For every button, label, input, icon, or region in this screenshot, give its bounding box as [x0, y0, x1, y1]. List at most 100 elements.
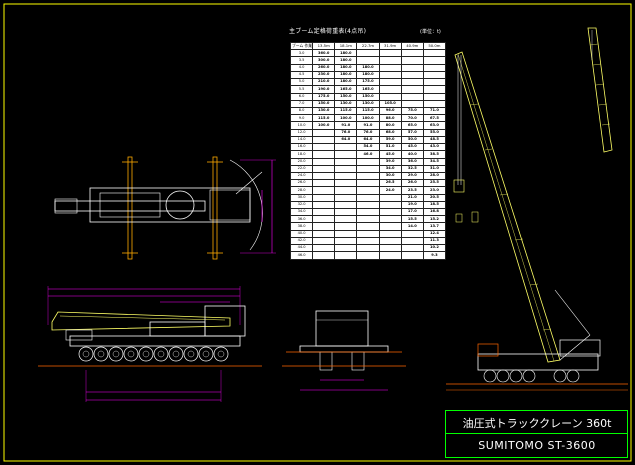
load-table-value-cell — [422, 63, 447, 72]
load-table-radius-cell: 42.0 — [289, 236, 314, 246]
load-table-value-cell — [334, 236, 358, 246]
load-table-value-cell: 88.0 — [378, 114, 402, 123]
load-table-radius-cell: 6.0 — [289, 92, 314, 101]
load-table-row: 8.0 130.0 115.0 115.0 96.0 75.0 71.0 — [289, 106, 447, 116]
load-table-value-cell: 25.5 — [422, 179, 447, 188]
load-table-value-cell — [400, 63, 424, 72]
load-table-value-cell: 64.0 — [356, 135, 380, 145]
load-table-value-cell: 100.0 — [334, 114, 358, 123]
load-table-row: 16.0 54.0 51.0 45.0 43.0 — [289, 143, 447, 152]
load-table-value-cell — [356, 244, 380, 253]
load-table-value-cell: 115.0 — [334, 106, 358, 116]
load-table-value-cell — [356, 179, 380, 188]
load-table-value-cell: 180.0 — [334, 49, 358, 58]
load-table-value-cell — [312, 229, 336, 238]
load-table-value-cell: 31.0 — [422, 164, 447, 173]
load-table-value-cell: 105.0 — [378, 99, 402, 108]
load-table-value-cell — [400, 78, 424, 87]
load-table-value-cell: 45.0 — [378, 150, 402, 159]
load-table-value-cell — [422, 70, 447, 80]
load-table-value-cell — [378, 200, 402, 210]
load-table-row: 9.0 115.0 100.0 100.0 88.0 70.0 67.5 — [289, 114, 447, 123]
load-table-row: 40.0 12.4 — [289, 229, 447, 238]
load-table-value-cell: 260.0 — [312, 63, 336, 72]
load-table-value-cell: 24.0 — [378, 186, 402, 195]
plan-outrigger-left — [127, 156, 133, 260]
load-table-value-cell — [400, 251, 424, 260]
load-table-value-cell — [312, 193, 336, 202]
load-table-radius-cell: 44.0 — [289, 244, 314, 253]
load-table-value-cell — [356, 186, 380, 195]
load-table-value-cell: 18.5 — [422, 200, 447, 210]
load-table-value-cell: 54.0 — [356, 143, 380, 152]
load-table-value-cell: 23.5 — [400, 186, 424, 195]
load-table-radius-cell: 16.0 — [289, 143, 314, 152]
load-table-header-cell: 18.1m — [334, 41, 358, 51]
load-table-header-cell: 50.0m — [422, 41, 447, 51]
load-table-value-cell — [356, 171, 380, 181]
load-table-value-cell — [312, 135, 336, 145]
load-table-radius-cell: 40.0 — [289, 229, 314, 238]
load-table-value-cell: 68.0 — [378, 128, 402, 137]
load-table-value-cell — [334, 157, 358, 166]
load-table-row: 28.0 24.0 23.5 23.0 — [289, 186, 447, 195]
load-table-value-cell — [312, 164, 336, 173]
load-table-radius-cell: 20.0 — [289, 157, 314, 166]
side-boom — [51, 311, 231, 331]
load-table-radius-cell: 22.0 — [289, 164, 314, 173]
load-table-value-cell — [356, 56, 380, 65]
load-table-row: 10.0 100.0 91.0 91.0 80.0 65.0 63.0 — [289, 121, 447, 130]
load-table-value-cell — [312, 143, 336, 152]
load-table-value-cell — [378, 63, 402, 72]
load-table-value-cell — [356, 200, 380, 210]
load-table-value-cell: 12.4 — [422, 229, 447, 238]
load-table-radius-cell: 4.5 — [289, 70, 314, 80]
load-table-value-cell — [378, 236, 402, 246]
load-table-value-cell: 91.0 — [356, 121, 380, 130]
load-table-value-cell: 34.5 — [422, 157, 447, 166]
load-table-row: 22.0 34.0 32.5 31.0 — [289, 164, 447, 173]
load-table-radius-cell: 5.5 — [289, 85, 314, 94]
erected-crane-view — [446, 27, 628, 391]
load-table-value-cell: 67.5 — [422, 114, 447, 123]
load-table-value-cell — [400, 236, 424, 246]
load-table-value-cell: 150.0 — [356, 92, 380, 101]
load-table-value-cell — [334, 222, 358, 231]
load-table-value-cell — [312, 171, 336, 181]
load-table-radius-cell: 3.5 — [289, 56, 314, 65]
load-table-row: 26.0 26.5 26.0 25.5 — [289, 179, 447, 188]
load-table-value-cell — [378, 85, 402, 94]
load-table-value-cell: 16.8 — [422, 208, 447, 217]
load-table-value-cell: 150.0 — [334, 92, 358, 101]
load-table-value-cell — [334, 208, 358, 217]
load-table-value-cell: 100.0 — [356, 114, 380, 123]
load-table-value-cell: 51.0 — [378, 143, 402, 152]
load-table-value-cell — [378, 193, 402, 202]
load-table-value-cell — [422, 56, 447, 65]
load-table-row: 6.0 175.0 150.0 150.0 — [289, 92, 447, 101]
load-table-value-cell — [312, 251, 336, 260]
load-table-value-cell: 38.5 — [422, 150, 447, 159]
load-table-value-cell: 57.0 — [400, 128, 424, 137]
load-table-row: 4.5 230.0 180.0 180.0 — [289, 70, 447, 80]
load-table-value-cell — [378, 208, 402, 217]
load-table-radius-cell: 7.0 — [289, 99, 314, 108]
load-table-value-cell: 10.2 — [422, 244, 447, 253]
load-table-value-cell — [334, 251, 358, 260]
load-table-value-cell: 76.0 — [356, 128, 380, 137]
load-table-value-cell: 9.3 — [422, 251, 447, 260]
load-table-value-cell: 70.0 — [400, 114, 424, 123]
load-table-value-cell: 59.0 — [378, 135, 402, 145]
plan-outrigger-right — [212, 156, 218, 260]
load-table-row: 14.0 64.0 64.0 59.0 50.0 48.5 — [289, 135, 447, 145]
load-table-value-cell — [356, 49, 380, 58]
load-table-value-cell — [334, 143, 358, 152]
load-table-radius-cell: 36.0 — [289, 215, 314, 224]
load-table-header-row: ブーム 作業半径 (m)13.5m18.1m22.7m31.9m40.9m50.… — [289, 41, 447, 51]
load-table-value-cell: 360.0 — [312, 49, 336, 58]
load-table-header-cell: 31.9m — [378, 41, 402, 51]
load-table-value-cell: 180.0 — [334, 70, 358, 80]
load-table-value-cell — [356, 236, 380, 246]
side-wheels — [78, 346, 229, 362]
load-table-value-cell: 75.0 — [400, 106, 424, 116]
